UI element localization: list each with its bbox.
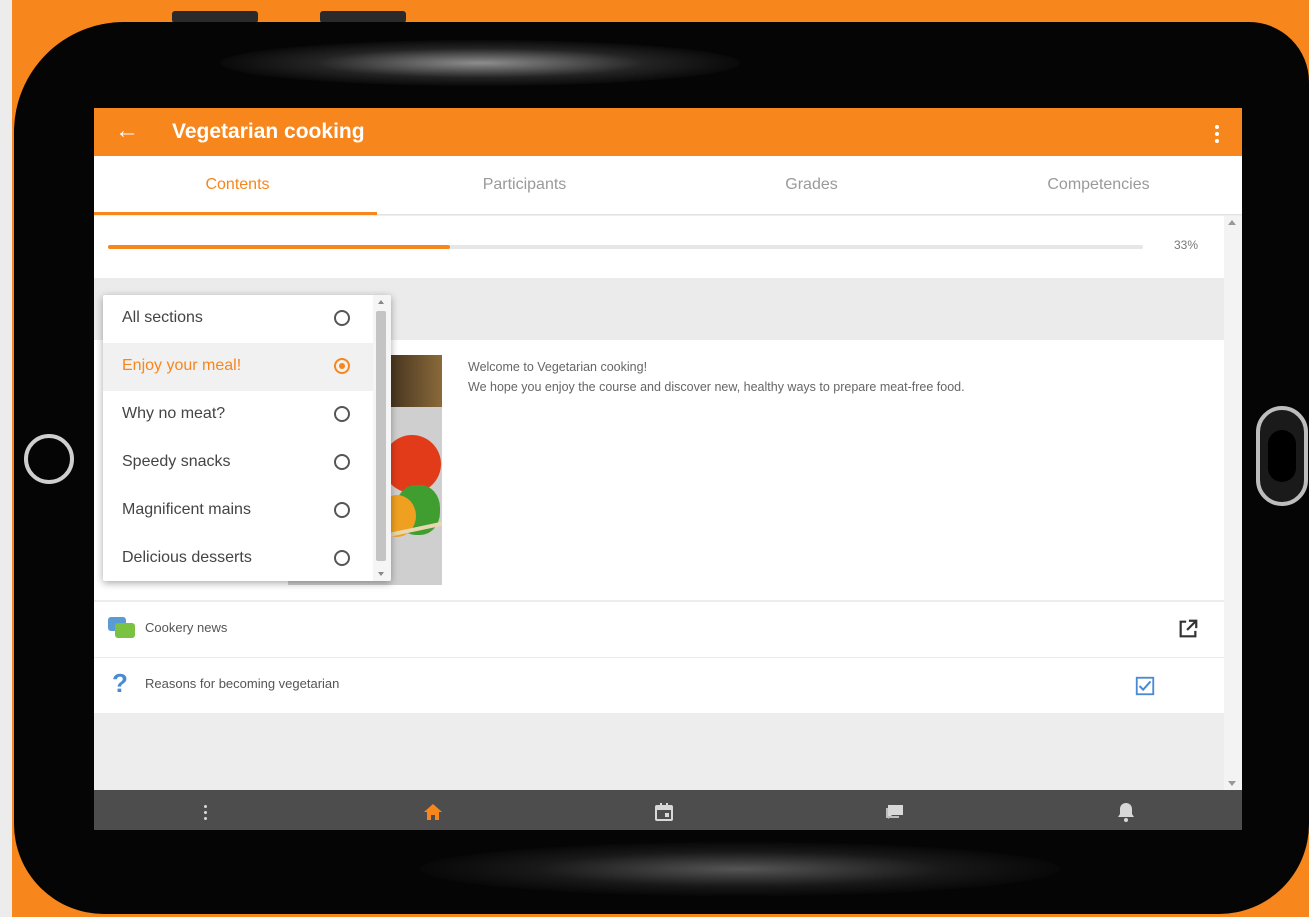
section-option-label: All sections	[122, 309, 203, 326]
radio-selected-icon[interactable]	[334, 358, 350, 374]
calendar-icon[interactable]	[651, 800, 677, 824]
more-vertical-icon[interactable]	[192, 800, 218, 824]
menu-scrollbar-thumb[interactable]	[376, 311, 386, 561]
section-option-label: Magnificent mains	[122, 501, 251, 518]
menu-scrollbar[interactable]	[373, 295, 391, 581]
radio-icon[interactable]	[334, 550, 350, 566]
section-summary-text: Welcome to Vegetarian cooking! We hope y…	[468, 357, 965, 397]
page-background-left	[0, 0, 12, 917]
activity-reasons-vegetarian[interactable]: ? Reasons for becoming vegetarian	[94, 657, 1224, 713]
section-option-label: Speedy snacks	[122, 453, 231, 470]
radio-icon[interactable]	[334, 454, 350, 470]
bottom-navigation	[94, 790, 1242, 830]
course-progress: 33%	[94, 216, 1224, 278]
section-option-label: Delicious desserts	[122, 549, 252, 566]
tab-participants[interactable]: Participants	[381, 156, 668, 214]
arrow-left-icon[interactable]: ←	[112, 116, 142, 146]
activity-cookery-news[interactable]: Cookery news	[94, 601, 1224, 657]
tablet-home-button	[24, 434, 74, 484]
bezel-glare-top	[220, 40, 740, 86]
bell-icon[interactable]	[1113, 800, 1139, 824]
activity-label: Cookery news	[145, 620, 228, 635]
quiz-icon: ?	[112, 668, 128, 698]
progress-percentage: 33%	[1174, 238, 1199, 252]
page-title: Vegetarian cooking	[172, 120, 365, 143]
section-selector-menu: All sections Enjoy your meal! Why no mea…	[103, 295, 391, 581]
radio-icon[interactable]	[334, 406, 350, 422]
content-scrollbar[interactable]	[1224, 216, 1242, 790]
section-option-enjoy-your-meal[interactable]: Enjoy your meal!	[103, 343, 373, 392]
summary-line-1: Welcome to Vegetarian cooking!	[468, 360, 648, 374]
section-option-delicious-desserts[interactable]: Delicious desserts	[103, 535, 373, 581]
checkbox-checked-icon[interactable]	[1134, 675, 1156, 697]
active-tab-indicator	[94, 212, 377, 215]
progress-bar	[108, 245, 1143, 249]
tab-grades[interactable]: Grades	[668, 156, 955, 214]
bezel-glare-bottom	[420, 842, 1060, 896]
section-option-speedy-snacks[interactable]: Speedy snacks	[103, 439, 373, 488]
radio-icon[interactable]	[334, 502, 350, 518]
section-option-label: Enjoy your meal!	[122, 357, 242, 374]
section-option-all-sections[interactable]: All sections	[103, 295, 373, 344]
progress-bar-fill	[108, 245, 450, 249]
tab-competencies[interactable]: Competencies	[955, 156, 1242, 214]
app-bar: ← Vegetarian cooking	[94, 108, 1242, 156]
tablet-camera	[1256, 406, 1308, 506]
radio-icon[interactable]	[334, 310, 350, 326]
activity-label: Reasons for becoming vegetarian	[145, 676, 340, 691]
section-option-why-no-meat[interactable]: Why no meat?	[103, 391, 373, 440]
summary-line-2: We hope you enjoy the course and discove…	[468, 380, 965, 394]
section-option-label: Why no meat?	[122, 405, 226, 422]
forum-icon	[108, 617, 136, 641]
messages-icon[interactable]	[882, 800, 908, 824]
tab-bar: Contents Participants Grades Competencie…	[94, 156, 1242, 215]
tab-contents[interactable]: Contents	[94, 156, 381, 214]
home-icon[interactable]	[420, 800, 446, 824]
more-vertical-icon[interactable]	[1210, 117, 1224, 147]
section-option-magnificent-mains[interactable]: Magnificent mains	[103, 487, 373, 536]
open-external-icon[interactable]	[1177, 618, 1199, 640]
